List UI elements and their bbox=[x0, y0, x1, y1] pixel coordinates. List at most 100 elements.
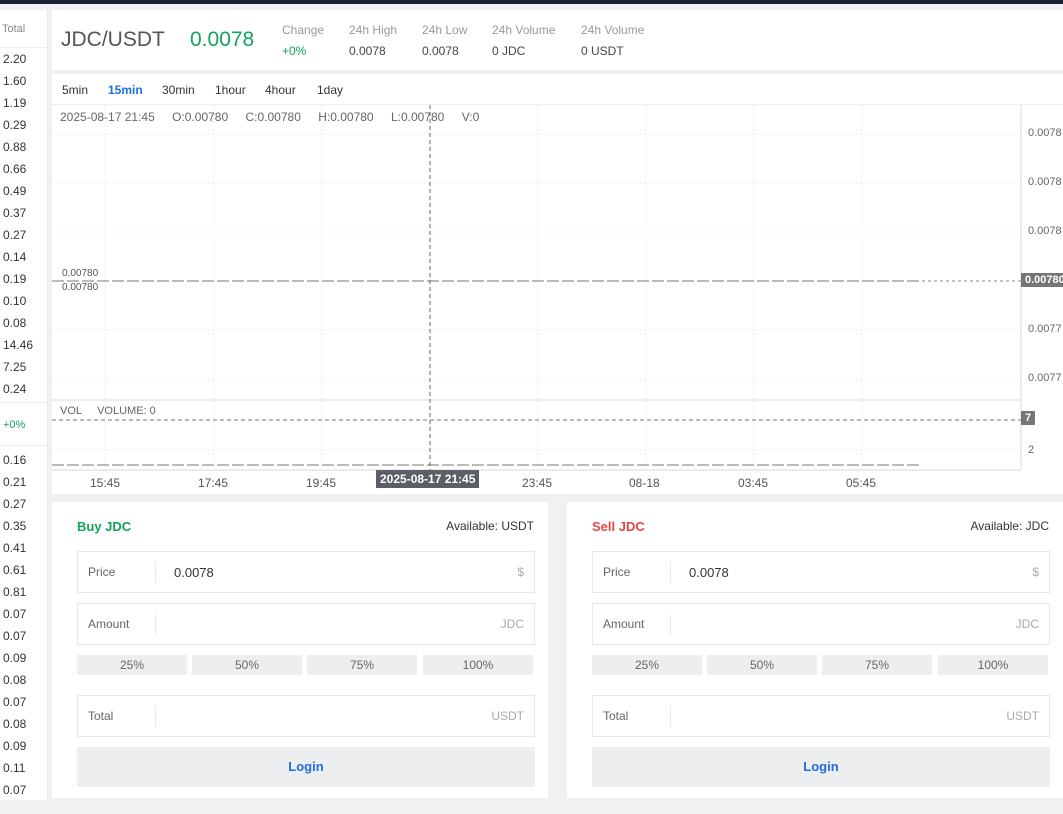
stat-change: Change +0% bbox=[282, 23, 324, 58]
field-label: Price bbox=[88, 565, 116, 579]
bid-row[interactable]: 0.27 bbox=[0, 493, 47, 515]
buy-form-title: Buy JDC bbox=[77, 519, 132, 534]
bid-row[interactable]: 0.08 bbox=[0, 669, 47, 691]
ask-row[interactable]: 0.14 bbox=[0, 246, 47, 268]
tab-15min[interactable]: 15min bbox=[108, 83, 143, 97]
ask-row[interactable]: 0.08 bbox=[0, 312, 47, 334]
sell-percent-50-button[interactable]: 50% bbox=[707, 655, 817, 675]
bid-row[interactable]: 0.08 bbox=[0, 713, 47, 735]
tab-5min[interactable]: 5min bbox=[62, 83, 88, 97]
ask-row[interactable]: 0.27 bbox=[0, 224, 47, 246]
sell-total-field: Total USDT bbox=[592, 695, 1050, 737]
ask-row[interactable]: 0.19 bbox=[0, 268, 47, 290]
bid-row[interactable]: 0.11 bbox=[0, 757, 47, 779]
ask-row[interactable]: 0.66 bbox=[0, 158, 47, 180]
ohlc-open: O:0.00780 bbox=[172, 110, 229, 124]
tab-4hour[interactable]: 4hour bbox=[265, 83, 296, 97]
ohlc-time: 2025-08-17 21:45 bbox=[60, 110, 155, 124]
bid-row[interactable]: 0.07 bbox=[0, 779, 47, 800]
ticker-header: JDC/USDT 0.0078 Change +0% 24h High 0.00… bbox=[52, 10, 1063, 70]
buy-percent-buttons: 25% 50% 75% 100% bbox=[77, 655, 535, 675]
buy-percent-25-button[interactable]: 25% bbox=[77, 655, 187, 675]
buy-price-input[interactable] bbox=[174, 560, 474, 584]
sell-amount-field: Amount JDC bbox=[592, 603, 1050, 645]
stat-24h-volume-base: 24h Volume 0 JDC bbox=[492, 23, 555, 58]
pair-name[interactable]: JDC/USDT bbox=[61, 28, 165, 52]
x-tick: 05:45 bbox=[846, 476, 877, 490]
order-book-header: Total bbox=[0, 10, 47, 48]
sell-percent-75-button[interactable]: 75% bbox=[822, 655, 932, 675]
bid-row[interactable]: 0.16 bbox=[0, 449, 47, 471]
stat-label: 24h Volume bbox=[581, 23, 645, 37]
stat-value: 0.0078 bbox=[349, 44, 386, 58]
ask-row[interactable]: 0.29 bbox=[0, 114, 47, 136]
ask-row[interactable]: 0.49 bbox=[0, 180, 47, 202]
buy-percent-50-button[interactable]: 50% bbox=[192, 655, 302, 675]
sell-percent-buttons: 25% 50% 75% 100% bbox=[592, 655, 1050, 675]
bid-row[interactable]: 0.07 bbox=[0, 691, 47, 713]
field-unit: JDC bbox=[1015, 617, 1039, 631]
bid-row[interactable]: 0.07 bbox=[0, 603, 47, 625]
field-divider bbox=[670, 562, 671, 583]
buy-percent-75-button[interactable]: 75% bbox=[307, 655, 417, 675]
field-label: Price bbox=[603, 565, 631, 579]
buy-amount-field: Amount JDC bbox=[77, 603, 535, 645]
field-divider bbox=[670, 614, 671, 635]
ask-row[interactable]: 1.60 bbox=[0, 70, 47, 92]
bid-row[interactable]: 0.07 bbox=[0, 625, 47, 647]
sell-login-button[interactable]: Login bbox=[592, 747, 1050, 787]
ohlc-close: C:0.00780 bbox=[245, 110, 301, 124]
buy-form: Buy JDC Available: USDT Price $ Amount J… bbox=[52, 502, 548, 798]
bid-row[interactable]: 0.41 bbox=[0, 537, 47, 559]
bid-row[interactable]: 0.21 bbox=[0, 471, 47, 493]
sell-price-input[interactable] bbox=[689, 560, 989, 584]
ask-row[interactable]: 0.10 bbox=[0, 290, 47, 312]
bid-row[interactable]: 0.09 bbox=[0, 647, 47, 669]
buy-amount-input[interactable] bbox=[174, 612, 474, 636]
kline-chart-canvas[interactable] bbox=[52, 105, 1063, 494]
sell-form: Sell JDC Available: JDC Price $ Amount J… bbox=[567, 502, 1063, 798]
bid-row[interactable]: 0.09 bbox=[0, 735, 47, 757]
stat-24h-low: 24h Low 0.0078 bbox=[422, 23, 467, 58]
field-unit: USDT bbox=[1006, 709, 1039, 723]
field-unit: USDT bbox=[491, 709, 524, 723]
order-book: Total 2.20 1.60 1.19 0.29 0.88 0.66 0.49… bbox=[0, 10, 48, 800]
last-price-tag: 0.00780 bbox=[1021, 273, 1063, 287]
ask-row[interactable]: 1.19 bbox=[0, 92, 47, 114]
stat-value: +0% bbox=[282, 44, 307, 58]
sell-total-input[interactable] bbox=[689, 704, 989, 728]
sell-available: Available: JDC bbox=[970, 519, 1049, 533]
ask-row[interactable]: 0.37 bbox=[0, 202, 47, 224]
field-divider bbox=[155, 706, 156, 727]
ohlc-legend: 2025-08-17 21:45 O:0.00780 C:0.00780 H:0… bbox=[60, 110, 493, 124]
buy-total-field: Total USDT bbox=[77, 695, 535, 737]
volume-legend-name: VOL bbox=[60, 405, 83, 417]
ask-list: 2.20 1.60 1.19 0.29 0.88 0.66 0.49 0.37 … bbox=[0, 48, 47, 400]
sell-amount-input[interactable] bbox=[689, 612, 989, 636]
ask-row[interactable]: 7.25 bbox=[0, 356, 47, 378]
x-tick: 08-18 bbox=[629, 476, 660, 490]
field-divider bbox=[155, 562, 156, 583]
ask-row[interactable]: 0.88 bbox=[0, 136, 47, 158]
tab-30min[interactable]: 30min bbox=[162, 83, 195, 97]
ask-row[interactable]: 14.46 bbox=[0, 334, 47, 356]
stat-value: 0 JDC bbox=[492, 44, 526, 58]
stat-label: 24h High bbox=[349, 23, 398, 37]
y-tick: 0.0077 bbox=[1028, 323, 1062, 335]
bid-list: 0.16 0.21 0.27 0.35 0.41 0.61 0.81 0.07 … bbox=[0, 449, 47, 800]
buy-percent-100-button[interactable]: 100% bbox=[423, 655, 533, 675]
sell-percent-25-button[interactable]: 25% bbox=[592, 655, 702, 675]
last-price: 0.0078 bbox=[190, 28, 255, 51]
ask-row[interactable]: 0.24 bbox=[0, 378, 47, 400]
bid-row[interactable]: 0.35 bbox=[0, 515, 47, 537]
bid-row[interactable]: 0.61 bbox=[0, 559, 47, 581]
tab-1hour[interactable]: 1hour bbox=[215, 83, 246, 97]
buy-total-input[interactable] bbox=[174, 704, 474, 728]
buy-login-button[interactable]: Login bbox=[77, 747, 535, 787]
ask-row[interactable]: 2.20 bbox=[0, 48, 47, 70]
tab-1day[interactable]: 1day bbox=[317, 83, 343, 97]
sell-percent-100-button[interactable]: 100% bbox=[938, 655, 1048, 675]
bid-row[interactable]: 0.81 bbox=[0, 581, 47, 603]
crosshair-time-tag: 2025-08-17 21:45 bbox=[376, 470, 480, 488]
field-label: Total bbox=[603, 709, 629, 723]
